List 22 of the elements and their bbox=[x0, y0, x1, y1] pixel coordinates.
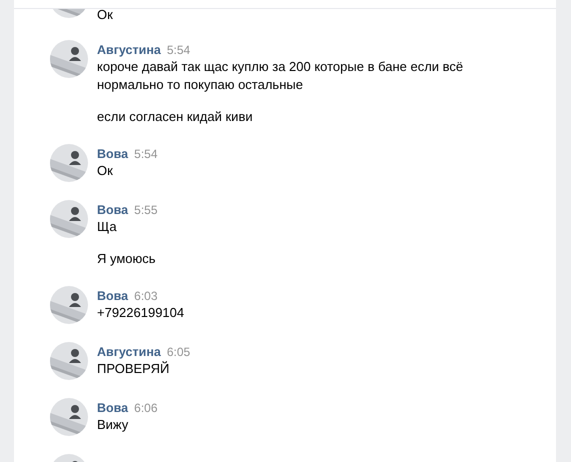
author-name[interactable]: Вова bbox=[97, 400, 128, 416]
message-text: Вижу bbox=[97, 416, 130, 434]
message-text: Ок bbox=[97, 162, 114, 180]
message-text: Ок bbox=[97, 9, 113, 22]
message-time: 6:03 bbox=[134, 288, 158, 304]
author-name[interactable]: Вова bbox=[97, 202, 128, 218]
message-text: нормально то покупаю остальные bbox=[97, 76, 304, 94]
message-text: если согласен кидай киви bbox=[97, 108, 254, 126]
author-name[interactable]: Вова bbox=[97, 288, 128, 304]
message-time: 5:54 bbox=[166, 42, 190, 58]
message-text: +79226199104 bbox=[97, 304, 184, 322]
message-time: 6:06 bbox=[134, 400, 158, 416]
message-text: Я умоюсь bbox=[97, 250, 157, 268]
author-name[interactable]: Августина bbox=[97, 42, 161, 58]
message-time: 5:55 bbox=[134, 202, 158, 218]
author-name[interactable]: Августина bbox=[97, 344, 161, 360]
message-time: 6:05 bbox=[166, 344, 190, 360]
author-name[interactable]: Вова bbox=[97, 146, 128, 162]
message-text: короче давай так щас куплю за 200 которые в бане если всё bbox=[97, 58, 464, 76]
message-time: 5:54 bbox=[134, 146, 158, 162]
message-text: ПРОВЕРЯЙ bbox=[97, 360, 170, 378]
message-text: Ща bbox=[97, 218, 118, 236]
